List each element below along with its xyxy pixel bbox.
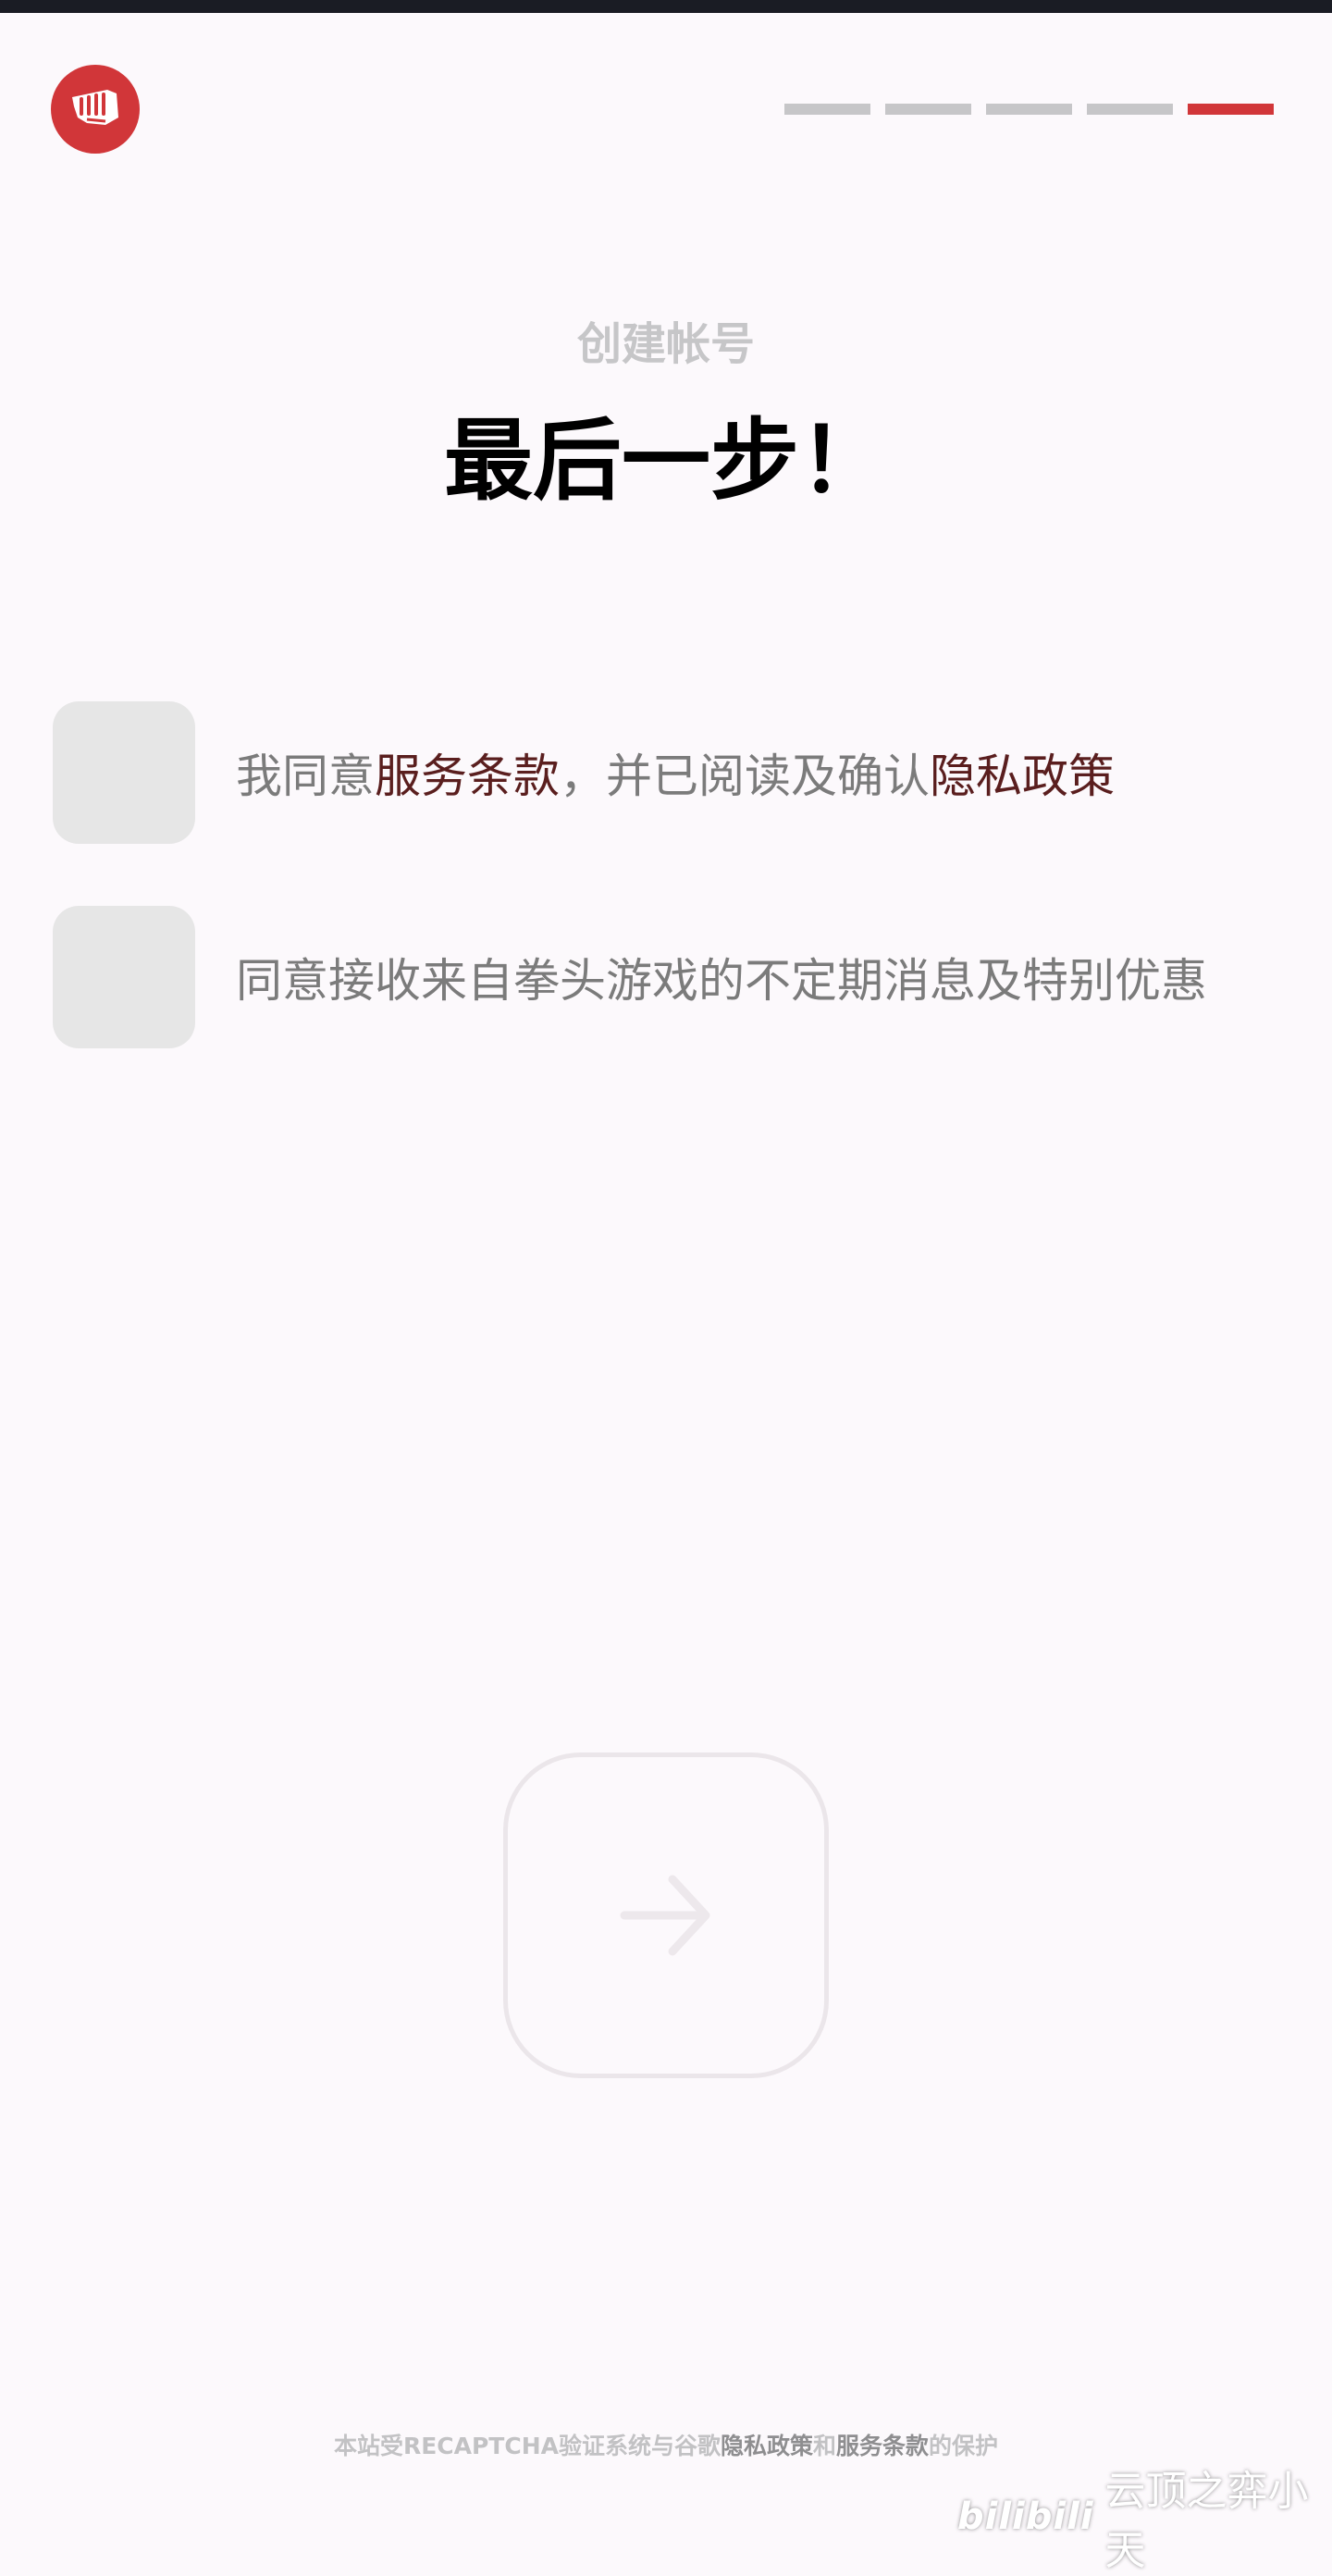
progress-segment-2	[885, 104, 971, 115]
video-watermark: bilibili 云顶之弈小天	[957, 2458, 1332, 2576]
step-progress	[784, 104, 1274, 115]
privacy-policy-link[interactable]: 隐私政策	[930, 749, 1115, 803]
progress-segment-4	[1087, 104, 1173, 115]
marketing-checkbox[interactable]	[53, 906, 195, 1048]
progress-segment-5-current	[1188, 104, 1274, 115]
marketing-label: 同意接收来自拳头游戏的不定期消息及特别优惠	[236, 954, 1207, 1008]
terms-label-text-1: 我同意	[236, 749, 375, 803]
bilibili-logo: bilibili	[957, 2496, 1094, 2538]
page-title: 最后一步！	[444, 409, 888, 513]
arrow-right-icon	[620, 1875, 710, 1956]
footer-text-prefix: 本站受RECAPTCHA验证系统与谷歌	[333, 2433, 721, 2459]
google-privacy-link[interactable]: 隐私政策	[721, 2433, 813, 2459]
progress-segment-3	[986, 104, 1072, 115]
page-subtitle: 创建帐号	[576, 318, 755, 370]
terms-of-service-link[interactable]: 服务条款	[375, 749, 560, 803]
next-button[interactable]	[503, 1752, 829, 2078]
terms-agreement-row[interactable]: 我同意服务条款，并已阅读及确认隐私政策	[53, 701, 1115, 844]
watermark-text: 云顶之弈小天	[1104, 2468, 1309, 2574]
footer-text-suffix: 的保护	[929, 2433, 999, 2459]
google-terms-link[interactable]: 服务条款	[836, 2433, 929, 2459]
recaptcha-notice: 本站受RECAPTCHA验证系统与谷歌隐私政策和服务条款的保护	[0, 2428, 1332, 2461]
terms-label: 我同意服务条款，并已阅读及确认隐私政策	[236, 739, 1115, 806]
riot-logo	[51, 65, 140, 154]
fist-icon	[72, 90, 118, 125]
system-status-bar	[0, 0, 1332, 13]
progress-segment-1	[784, 104, 870, 115]
terms-checkbox[interactable]	[53, 701, 195, 844]
terms-label-text-2: ，并已阅读及确认	[560, 749, 930, 803]
marketing-optin-row[interactable]: 同意接收来自拳头游戏的不定期消息及特别优惠	[53, 906, 1207, 1048]
footer-text-and: 和	[813, 2433, 837, 2459]
